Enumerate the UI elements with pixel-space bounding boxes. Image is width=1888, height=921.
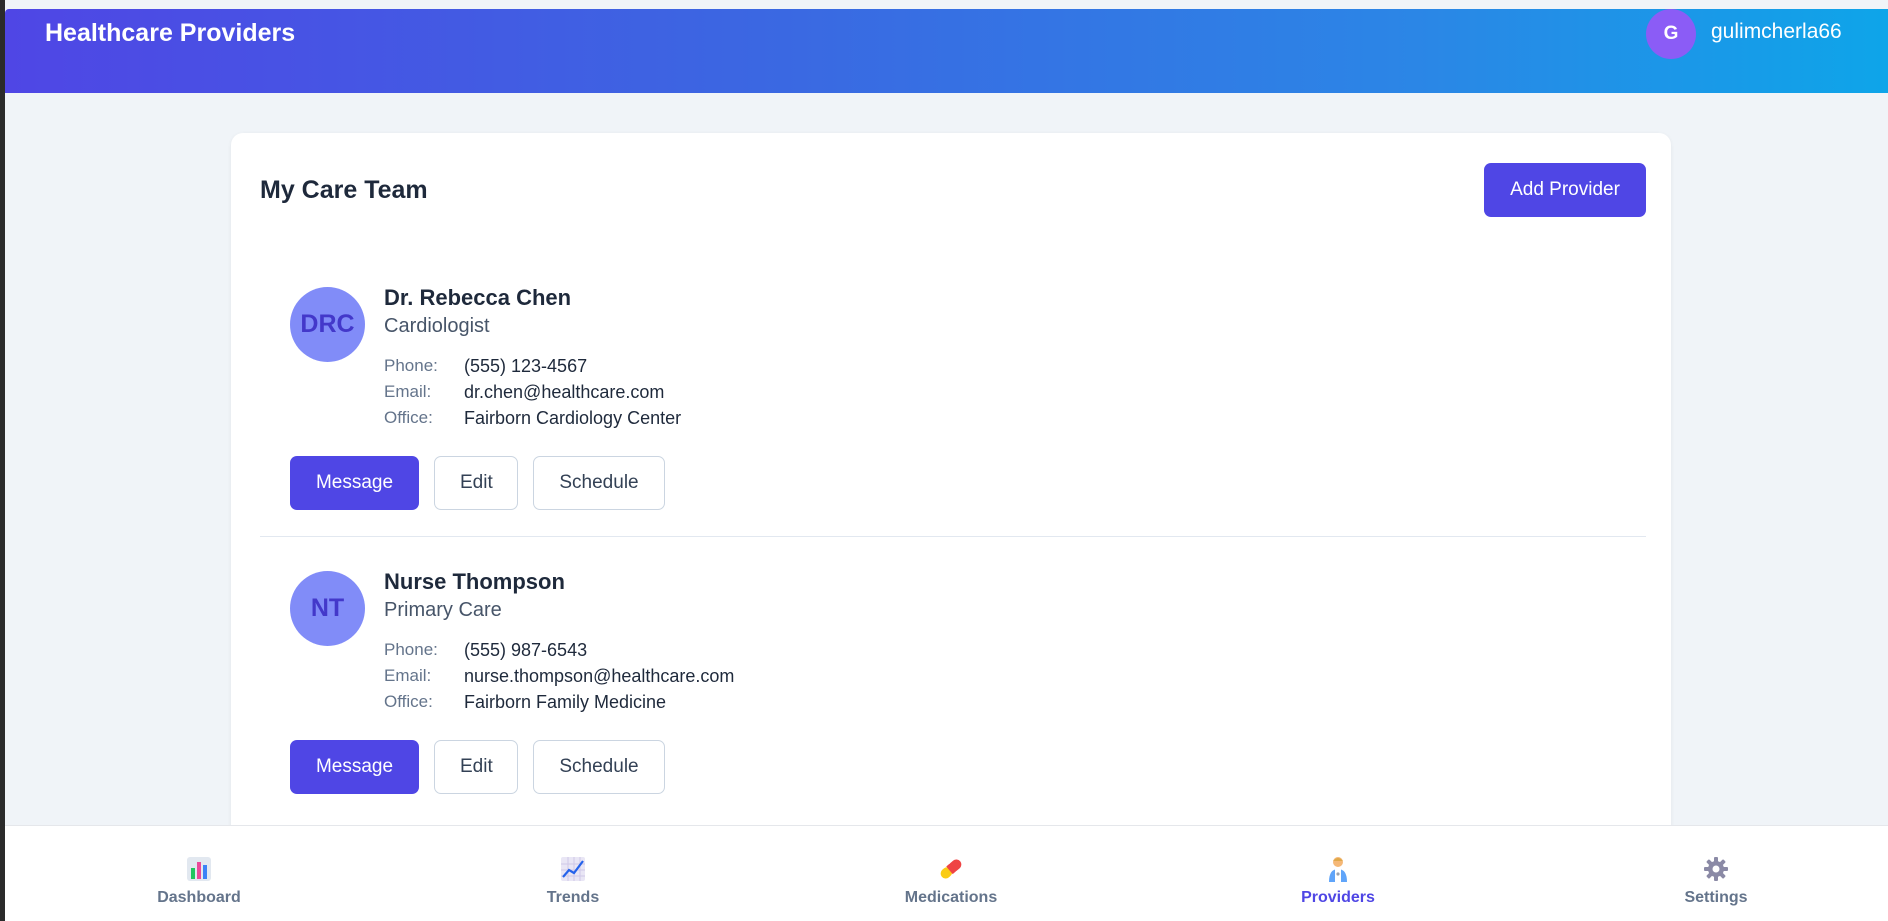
page-title: Healthcare Providers — [45, 19, 296, 47]
phone-label: Phone: — [384, 640, 438, 659]
office-value: Fairborn Family Medicine — [464, 692, 667, 712]
care-team-title: My Care Team — [260, 176, 428, 204]
app-header: Healthcare Providers G gulimcherla66 — [5, 9, 1888, 93]
pill-icon — [940, 859, 962, 879]
provider-name: Nurse Thompson — [384, 569, 565, 594]
office-label: Office: — [384, 692, 433, 711]
phone-row: Phone: (555) 123-4567 — [384, 356, 681, 382]
provider-card: DRC Dr. Rebecca Chen Cardiologist Phone:… — [260, 253, 1646, 537]
schedule-button[interactable]: Schedule — [533, 456, 665, 510]
gear-icon — [1704, 857, 1728, 881]
phone-value: (555) 123-4567 — [464, 356, 588, 376]
nav-item-providers[interactable]: Providers — [1258, 826, 1418, 921]
bar-chart-icon — [187, 857, 211, 881]
email-row: Email: nurse.thompson@healthcare.com — [384, 666, 734, 692]
nav-label-providers: Providers — [1301, 889, 1375, 906]
health-worker-icon — [1329, 857, 1347, 882]
phone-row: Phone: (555) 987-6543 — [384, 640, 734, 666]
email-row: Email: dr.chen@healthcare.com — [384, 382, 681, 408]
phone-label: Phone: — [384, 356, 438, 375]
provider-actions: Message Edit Schedule — [290, 456, 665, 510]
provider-card: NT Nurse Thompson Primary Care Phone: (5… — [260, 537, 1646, 837]
nav-label-medications: Medications — [904, 889, 998, 906]
add-provider-button[interactable]: Add Provider — [1484, 163, 1646, 217]
provider-role: Cardiologist — [384, 315, 490, 337]
app-window: Healthcare Providers G gulimcherla66 My … — [5, 0, 1888, 921]
user-name[interactable]: gulimcherla66 — [1711, 20, 1842, 44]
email-value: nurse.thompson@healthcare.com — [464, 666, 735, 686]
nav-item-settings[interactable]: Settings — [1636, 826, 1796, 921]
provider-name: Dr. Rebecca Chen — [384, 285, 572, 310]
email-label: Email: — [384, 666, 432, 685]
nav-item-dashboard[interactable]: Dashboard — [119, 826, 279, 921]
bottom-nav: Dashboard Trends Medications Providers S… — [5, 825, 1888, 921]
email-label: Email: — [384, 382, 432, 401]
nav-item-medications[interactable]: Medications — [871, 826, 1031, 921]
office-row: Office: Fairborn Family Medicine — [384, 692, 734, 718]
office-value: Fairborn Cardiology Center — [464, 408, 682, 428]
office-label: Office: — [384, 408, 433, 427]
office-row: Office: Fairborn Cardiology Center — [384, 408, 681, 434]
user-avatar[interactable]: G — [1646, 9, 1696, 59]
email-value: dr.chen@healthcare.com — [464, 382, 665, 402]
provider-role: Primary Care — [384, 599, 502, 621]
message-button[interactable]: Message — [290, 456, 419, 510]
nav-label-settings: Settings — [1684, 889, 1748, 906]
provider-contact-info: Phone: (555) 123-4567 Email: dr.chen@hea… — [384, 356, 681, 434]
edit-button[interactable]: Edit — [434, 740, 518, 794]
trend-chart-icon — [561, 857, 585, 881]
schedule-button[interactable]: Schedule — [533, 740, 665, 794]
provider-actions: Message Edit Schedule — [290, 740, 665, 794]
provider-avatar: NT — [290, 571, 365, 646]
provider-avatar: DRC — [290, 287, 365, 362]
message-button[interactable]: Message — [290, 740, 419, 794]
phone-value: (555) 987-6543 — [464, 640, 588, 660]
edit-button[interactable]: Edit — [434, 456, 518, 510]
care-team-card: My Care Team Add Provider DRC Dr. Rebecc… — [231, 133, 1671, 921]
provider-contact-info: Phone: (555) 987-6543 Email: nurse.thomp… — [384, 640, 734, 718]
nav-item-trends[interactable]: Trends — [493, 826, 653, 921]
nav-label-trends: Trends — [546, 889, 600, 906]
nav-label-dashboard: Dashboard — [157, 889, 241, 906]
